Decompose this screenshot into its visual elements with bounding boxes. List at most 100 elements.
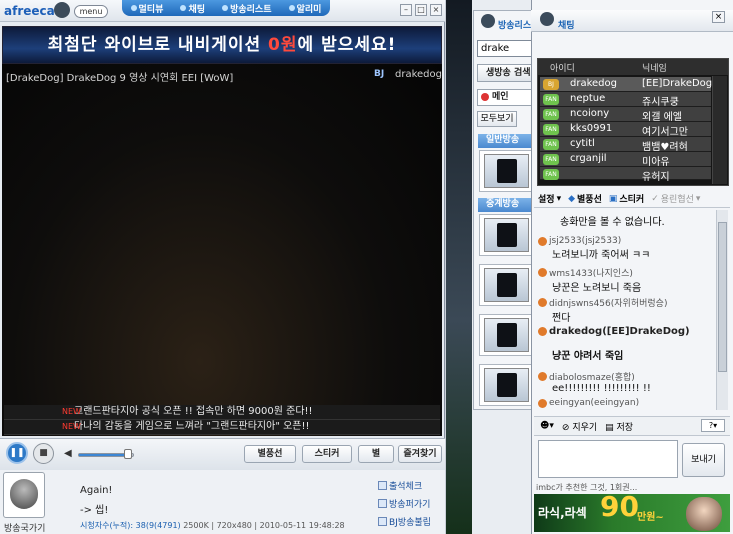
viewer-stats: 시청자수(누적): 38(9(4791) 2500K | 720x480 | 2… bbox=[80, 521, 345, 530]
nav-multiview[interactable]: 멀티뷰 bbox=[130, 2, 163, 15]
erase-label: 지우기 bbox=[572, 422, 598, 433]
tab-label: 메인 bbox=[492, 92, 509, 102]
bullet-icon bbox=[288, 5, 295, 11]
emoticon-icon[interactable]: ☻▾ bbox=[540, 421, 554, 431]
erase-button[interactable]: ⊘ 지우기 bbox=[562, 420, 597, 433]
thumbnail bbox=[484, 154, 529, 188]
chat-toolbar: 설정 ▾ ◆ 별풍선 ▣ 스티커 ✓ 용린협선 ▾ bbox=[534, 190, 730, 208]
user-nick: 외갤 에엘 bbox=[642, 112, 682, 123]
pause-button[interactable]: ❚❚ bbox=[6, 442, 28, 464]
link-label: BJ방송불립 bbox=[389, 518, 431, 528]
minimize-icon[interactable]: – bbox=[400, 4, 412, 16]
user-row[interactable]: FAN 유허지 bbox=[540, 167, 711, 183]
save-button[interactable]: ▤ 저장 bbox=[605, 420, 633, 433]
broadcast-thumb[interactable] bbox=[479, 264, 534, 306]
broadcast-thumb[interactable] bbox=[479, 150, 534, 192]
tool-label: 설정 bbox=[538, 195, 555, 205]
user-list-scrollbar[interactable] bbox=[712, 76, 727, 184]
fan-badge-icon: FAN bbox=[543, 124, 559, 135]
send-button[interactable]: 보내기 bbox=[682, 443, 725, 477]
chat-ad-banner[interactable]: 라식,라섹 90 만원~ bbox=[534, 490, 730, 532]
msg-author[interactable]: didnjswns456(자위허버렁승) bbox=[538, 296, 667, 309]
star-button[interactable]: 별 bbox=[358, 445, 394, 463]
go-station-link[interactable]: 방송국가기 bbox=[4, 521, 45, 534]
nav-label: 방송리스트 bbox=[230, 4, 272, 15]
balloon-button[interactable]: 별풍선 bbox=[244, 445, 296, 463]
bj-station-link[interactable]: BJ방송불립 bbox=[378, 515, 431, 528]
ticker-item[interactable]: NEW 그랜드판타지아 공식 오픈 !! 접속만 하면 9000원 준다!! bbox=[4, 405, 440, 420]
banner-suffix: 에 받으세요! bbox=[297, 35, 397, 55]
ad-number: 90 bbox=[600, 490, 639, 523]
ticker-item[interactable]: NEW 다나의 감동을 게임으로 느껴라 "그랜드판타지아" 오픈!! bbox=[4, 420, 440, 435]
tool-label: 스티커 bbox=[619, 195, 645, 205]
user-row[interactable]: BJ drakedog [EE]DrakeDog bbox=[540, 77, 712, 92]
invite-tool-button[interactable]: ✓ 용린협선 ▾ bbox=[651, 192, 700, 206]
msg-author[interactable]: eeingyan(eeingyan) bbox=[538, 398, 639, 408]
user-row[interactable]: FAN crganjil 미아유 bbox=[540, 152, 711, 168]
live-search-button[interactable]: 생방송 검색 bbox=[477, 64, 537, 82]
user-list-header: 아이디 닉네임 bbox=[538, 59, 728, 75]
user-id: kks0991 bbox=[570, 123, 613, 134]
sticker-tool-button[interactable]: ▣ 스티커 bbox=[609, 192, 645, 206]
banner-text: 최첨단 와이브로 내비게이션 bbox=[47, 35, 269, 55]
msg-text: 쩐다 bbox=[552, 313, 571, 324]
broadcast-thumb[interactable] bbox=[479, 314, 534, 356]
msg-text: 노려보니까 죽어써 ㅋㅋ bbox=[552, 250, 651, 261]
chat-message: diabolosmaze(홍합) ee!!!!!!!!! !!!!!!!!! !! bbox=[538, 370, 651, 394]
nav-alarm[interactable]: 알리미 bbox=[288, 2, 322, 15]
msg-author[interactable]: wms1433(나지인스) bbox=[538, 266, 641, 279]
chat-scrollbar[interactable] bbox=[716, 210, 728, 410]
broadcast-thumb[interactable] bbox=[479, 214, 534, 256]
volume-fill bbox=[79, 454, 124, 456]
author-label: drakedog([EE]DrakeDog) bbox=[549, 326, 690, 337]
msg-author[interactable]: diabolosmaze(홍합) bbox=[538, 370, 651, 383]
sticker-button[interactable]: 스티커 bbox=[302, 445, 352, 463]
view-all-button[interactable]: 모두보기 bbox=[477, 111, 517, 127]
search-input[interactable]: drake bbox=[477, 40, 537, 57]
window-controls: – □ × bbox=[400, 4, 442, 16]
close-icon[interactable]: × bbox=[712, 11, 725, 23]
fan-badge-icon: FAN bbox=[543, 169, 559, 180]
ad-text: 라식,라섹 bbox=[538, 506, 587, 520]
section-relay[interactable]: 중계방송 bbox=[478, 198, 536, 212]
menu-button[interactable]: menu bbox=[74, 5, 108, 18]
author-label: diabolosmaze(홍합) bbox=[549, 373, 635, 383]
msg-text: ee!!!!!!!!! !!!!!!!!! !! bbox=[552, 383, 651, 394]
video-area[interactable] bbox=[2, 64, 442, 436]
section-general[interactable]: 일반방송 bbox=[478, 134, 536, 148]
settings-button[interactable]: 설정 ▾ bbox=[538, 192, 561, 206]
msg-author[interactable]: drakedog([EE]DrakeDog) bbox=[538, 326, 690, 337]
balloon-tool-button[interactable]: ◆ 별풍선 bbox=[568, 192, 602, 206]
user-icon bbox=[538, 372, 547, 381]
stop-button[interactable]: ■ bbox=[33, 443, 54, 464]
help-button[interactable]: ?▾ bbox=[701, 419, 725, 432]
favorite-button[interactable]: 즐겨찾기 bbox=[398, 445, 442, 463]
close-icon[interactable]: × bbox=[430, 4, 442, 16]
fan-badge-icon: FAN bbox=[543, 154, 559, 165]
broadcast-thumb[interactable] bbox=[479, 364, 534, 406]
nav-broadcast-list[interactable]: 방송리스트 bbox=[222, 2, 272, 15]
ad-banner[interactable]: 최첨단 와이브로 내비게이션 0원에 받으세요! bbox=[2, 26, 442, 64]
maximize-icon[interactable]: □ bbox=[415, 4, 427, 16]
tab-main[interactable]: 메인 bbox=[477, 89, 537, 106]
msg-author[interactable]: jsj2533(jsj2533) bbox=[538, 236, 650, 246]
help-label: ? bbox=[708, 421, 714, 430]
ticker-text: 다나의 감동을 게임으로 느껴라 "그랜드판타지아" 오픈!! bbox=[74, 421, 310, 432]
volume-icon[interactable]: ◀ bbox=[64, 448, 72, 459]
user-row[interactable]: FAN cytitl 뱀뱀♥려혀 bbox=[540, 137, 711, 153]
user-icon bbox=[538, 298, 547, 307]
volume-thumb[interactable] bbox=[124, 449, 132, 459]
embed-link[interactable]: 방송퍼가기 bbox=[378, 497, 430, 510]
nav-label: 알리미 bbox=[296, 4, 322, 15]
user-row[interactable]: FAN kks0991 여기서그만 bbox=[540, 122, 711, 138]
user-id: drakedog bbox=[570, 78, 617, 89]
scroll-thumb[interactable] bbox=[718, 222, 727, 372]
chat-input[interactable] bbox=[538, 440, 678, 478]
afreeca-logo: afreeca bbox=[4, 4, 55, 18]
user-row[interactable]: FAN ncoiony 외갤 에엘 bbox=[540, 107, 711, 123]
user-row[interactable]: FAN neptue 쥬시쿠쿵 bbox=[540, 92, 711, 108]
video-title: [DrakeDog] DrakeDog 9 영상 시연회 EEI [WoW] bbox=[6, 73, 234, 84]
msg-text: 냥꾼 야려서 죽임 bbox=[552, 351, 624, 362]
nav-chat[interactable]: 채팅 bbox=[180, 2, 205, 15]
attendance-link[interactable]: 출석체크 bbox=[378, 479, 422, 492]
